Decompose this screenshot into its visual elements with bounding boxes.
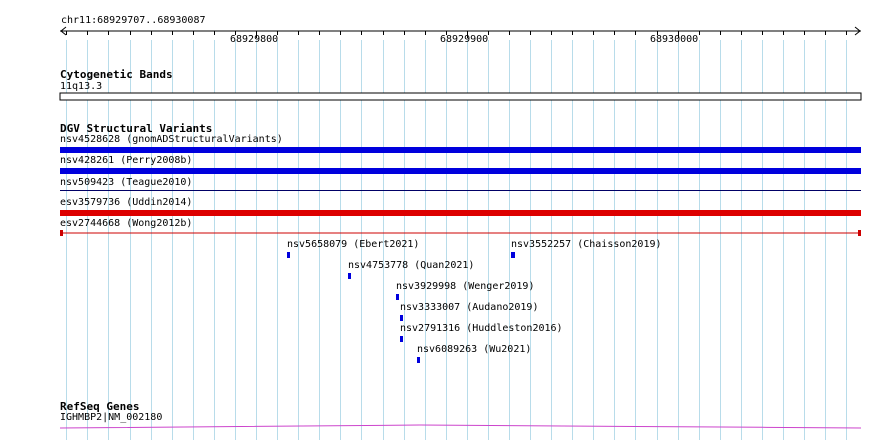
dgv-small-feature-2[interactable] <box>348 273 351 279</box>
ruler-tick-label-2: 68930000 <box>650 34 699 45</box>
dgv-feature-bar-2[interactable] <box>60 190 861 191</box>
dgv-feature-bar-4[interactable] <box>0 228 890 238</box>
dgv-small-feature-5[interactable] <box>400 336 403 342</box>
refseq-gene-glyph[interactable] <box>0 420 890 440</box>
dgv-small-feature-0[interactable] <box>287 252 290 258</box>
dgv-small-feature-label-3: nsv3929998 (Wenger2019) <box>396 281 535 292</box>
dgv-small-feature-1[interactable] <box>511 252 515 258</box>
dgv-small-feature-label-1: nsv3552257 (Chaisson2019) <box>511 239 662 250</box>
ruler-tick-label-0: 68929800 <box>230 34 279 45</box>
dgv-feature-label-2: nsv509423 (Teague2010) <box>60 177 193 188</box>
dgv-feature-label-1: nsv428261 (Perry2008b) <box>60 155 193 166</box>
dgv-small-feature-label-4: nsv3333007 (Audano2019) <box>400 302 539 313</box>
dgv-small-feature-label-0: nsv5658079 (Ebert2021) <box>287 239 420 250</box>
cytoband-glyph[interactable] <box>0 90 890 104</box>
dgv-feature-label-0: nsv4528628 (gnomADStructuralVariants) <box>60 134 283 145</box>
dgv-feature-bar-3[interactable] <box>60 210 861 216</box>
dgv-small-feature-label-5: nsv2791316 (Huddleston2016) <box>400 323 563 334</box>
dgv-small-feature-6[interactable] <box>417 357 420 363</box>
dgv-small-feature-4[interactable] <box>400 315 403 321</box>
ruler-tick-label-1: 68929900 <box>440 34 489 45</box>
dgv-small-feature-label-2: nsv4753778 (Quan2021) <box>348 260 475 271</box>
cytoband-track-title[interactable]: Cytogenetic Bands <box>60 68 173 81</box>
ruler[interactable] <box>0 0 890 60</box>
dgv-small-feature-3[interactable] <box>396 294 399 300</box>
dgv-feature-bar-0[interactable] <box>60 147 861 153</box>
dgv-feature-bar-1[interactable] <box>60 168 861 174</box>
dgv-feature-label-3: esv3579736 (Uddin2014) <box>60 197 193 208</box>
dgv-small-feature-label-6: nsv6089263 (Wu2021) <box>417 344 532 355</box>
